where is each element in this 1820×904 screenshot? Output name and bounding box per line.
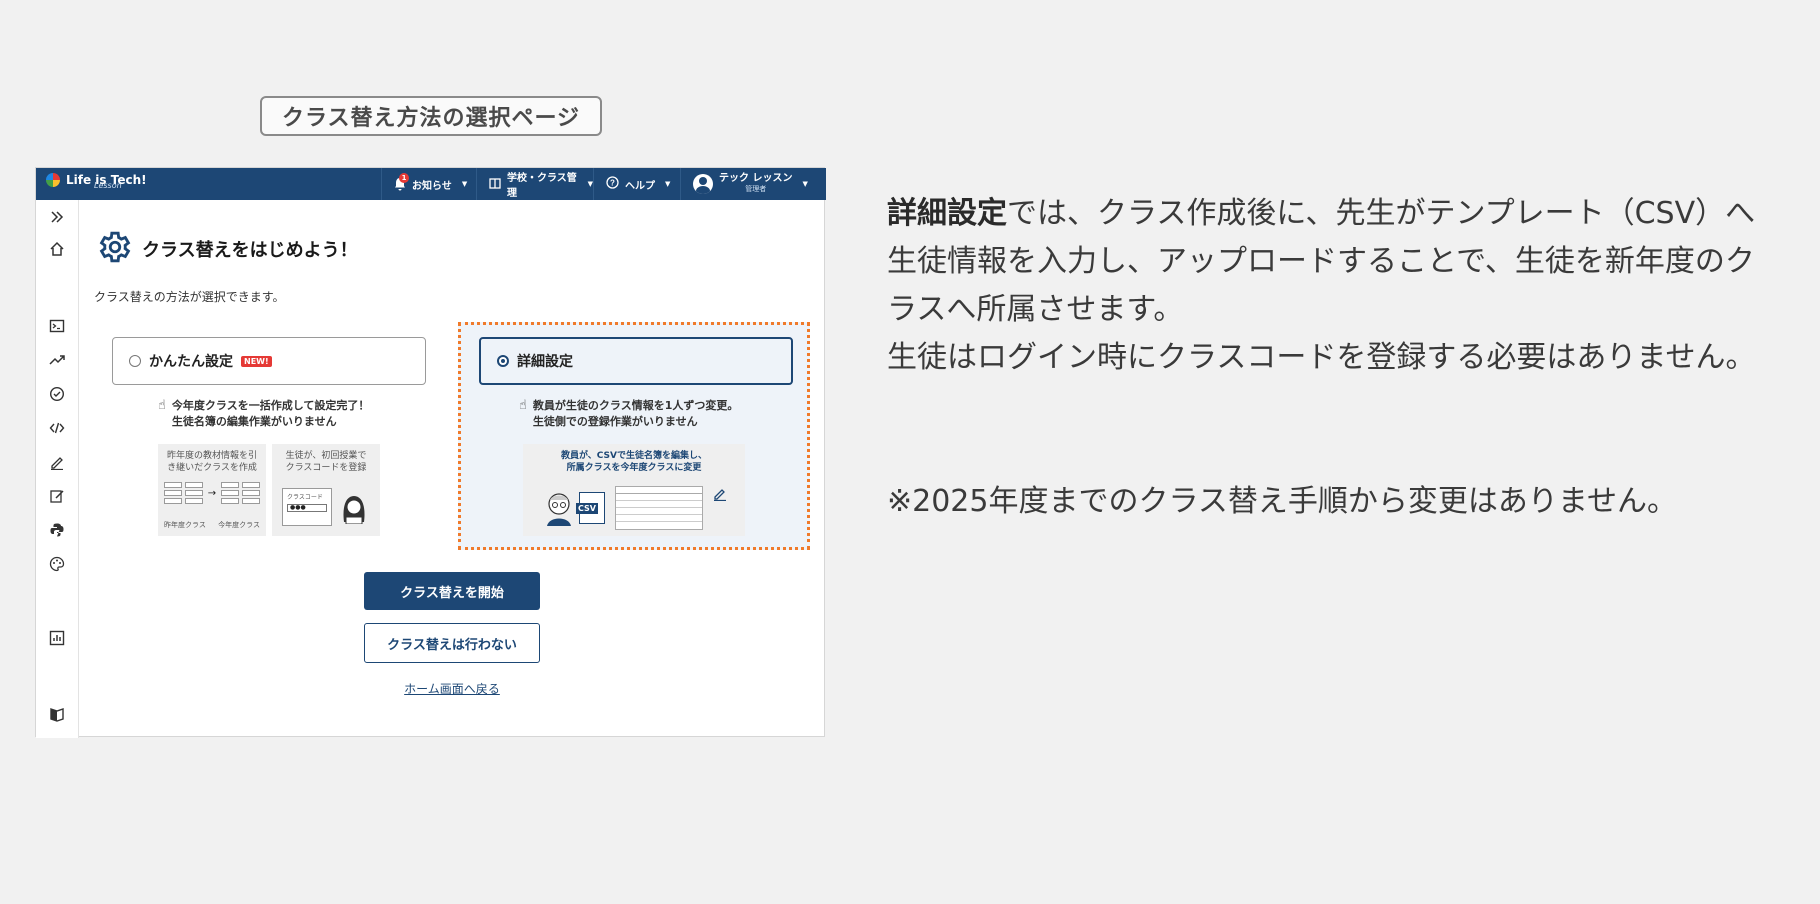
class-code-field-label: クラスコード (287, 494, 323, 501)
bar-chart-icon[interactable] (48, 629, 66, 647)
detail-desc-line1: 教員が生徒のクラス情報を1人ずつ変更。 (532, 399, 739, 412)
chevron-down-icon: ▼ (802, 180, 808, 188)
notifications-label: お知らせ (412, 180, 452, 192)
illustration-csv-edit: 教員が、CSVで生徒名簿を編集し、 所属クラスを今年度クラスに変更 CSV (523, 444, 745, 536)
code-icon[interactable] (48, 419, 66, 437)
logo-mark-icon (46, 173, 60, 187)
detail-setting-option[interactable]: 詳細設定 (479, 337, 793, 385)
start-class-change-button[interactable]: クラス替えを開始 (364, 572, 540, 610)
this-year-class-label: 今年度クラス (218, 521, 260, 529)
explanation-text1: では、クラス作成後に、先生がテンプレート（CSV）へ生徒情報を入力し、アップロー… (887, 196, 1756, 327)
illus1-caption-line1: 昨年度の教材情報を引 (166, 451, 257, 461)
chevron-down-icon: ▼ (665, 180, 671, 188)
school-icon (489, 177, 501, 192)
simple-setting-option[interactable]: かんたん設定 NEW! (112, 337, 426, 385)
terminal-icon[interactable] (48, 317, 66, 335)
simple-desc-line2: 生徒名簿の編集作業がいりません (171, 415, 337, 428)
sidebar (36, 200, 79, 738)
csv-file-label: CSV (576, 503, 598, 514)
detail-option-description: ☝ 教員が生徒のクラス情報を1人ずつ変更。 生徒側での登録作業がいりません (519, 398, 738, 430)
illus2-caption-line1: 生徒が、初回授業で (285, 451, 367, 461)
teacher-avatar-icon (543, 490, 575, 526)
pen-icon[interactable] (48, 453, 66, 471)
illustration-class-code: 生徒が、初回授業で クラスコードを登録 クラスコード ●●● (272, 444, 380, 536)
detail-setting-label: 詳細設定 (517, 354, 573, 370)
bell-icon: 1 (394, 173, 409, 191)
student-avatar-icon (340, 492, 368, 525)
simple-option-description: ☝ 今年度クラスを一括作成して設定完了！ 生徒名簿の編集作業がいりません (158, 398, 369, 430)
top-navigation-bar: Life is Tech! Lesson 1 お知らせ ▼ 学校・クラス管理 ▼… (36, 168, 826, 200)
user-name: テック レッスン (719, 173, 793, 184)
help-label: ヘルプ (625, 180, 655, 192)
page-label: クラス替え方法の選択ページ (260, 96, 602, 136)
user-avatar-icon (693, 174, 713, 194)
chevron-down-icon: ▼ (461, 180, 468, 188)
user-menu[interactable]: テック レッスン 管理者 ▼ (680, 168, 826, 200)
app-window: Life is Tech! Lesson 1 お知らせ ▼ 学校・クラス管理 ▼… (35, 167, 826, 738)
radio-unselected[interactable] (129, 355, 141, 367)
explanation-text2: 生徒はログイン時にクラスコードを登録する必要はありません。 (887, 340, 1756, 375)
school-class-label: 学校・クラス管理 (507, 173, 577, 199)
illustration-copy-class: 昨年度の教材情報を引 き継いだクラスを作成 → 昨年度クラス 今年度クラス (158, 444, 266, 536)
page-heading: クラス替えをはじめよう！ (96, 228, 358, 270)
book-icon[interactable] (48, 705, 66, 723)
illus1-caption-line2: き継いだクラスを作成 (167, 463, 257, 473)
radio-selected[interactable] (497, 355, 509, 367)
arrow-right-icon: → (207, 487, 217, 499)
python-icon[interactable] (48, 521, 66, 539)
notifications-menu[interactable]: 1 お知らせ ▼ (381, 168, 476, 200)
school-class-management-menu[interactable]: 学校・クラス管理 ▼ (476, 168, 593, 200)
page-title: クラス替えをはじめよう！ (142, 240, 358, 261)
last-year-class-label: 昨年度クラス (164, 521, 206, 529)
explanation-bold-term: 詳細設定 (887, 196, 1007, 231)
back-to-home-link[interactable]: ホーム画面へ戻る (364, 680, 540, 697)
explanation-text: 詳細設定では、クラス作成後に、先生がテンプレート（CSV）へ生徒情報を入力し、ア… (887, 190, 1767, 382)
spreadsheet-graphic (615, 486, 703, 530)
explanation-note: ※2025年度までのクラス替え手順から変更はありません。 (887, 484, 1677, 519)
home-icon[interactable] (48, 240, 66, 258)
csv-caption-line1: 教員が、CSVで生徒名簿を編集し、 (560, 451, 708, 461)
pointing-hand-icon: ☝ (519, 398, 527, 413)
detail-desc-line2: 生徒側での登録作業がいりません (532, 415, 698, 428)
svg-text:?: ? (610, 179, 615, 188)
edit-icon[interactable] (48, 487, 66, 505)
user-role: 管理者 (745, 185, 767, 193)
illus2-caption-line2: クラスコードを登録 (285, 463, 367, 473)
simple-desc-line1: 今年度クラスを一括作成して設定完了！ (171, 399, 370, 412)
expand-icon[interactable] (48, 208, 66, 226)
csv-caption-line2: 所属クラスを今年度クラスに変更 (566, 463, 702, 473)
new-badge: NEW! (241, 355, 272, 367)
palette-icon[interactable] (48, 555, 66, 573)
page-subtitle: クラス替えの方法が選択できます。 (94, 290, 285, 304)
logo-subtitle: Lesson (94, 181, 122, 190)
help-icon: ? (606, 176, 619, 192)
pencil-icon (713, 486, 727, 505)
skip-class-change-button[interactable]: クラス替えは行わない (364, 623, 540, 663)
notification-count-badge: 1 (399, 173, 409, 183)
simple-setting-label: かんたん設定 (149, 354, 233, 370)
pointing-hand-icon: ☝ (158, 398, 166, 413)
help-menu[interactable]: ? ヘルプ ▼ (593, 168, 680, 200)
trending-up-icon[interactable] (48, 351, 66, 369)
check-circle-icon[interactable] (48, 385, 66, 403)
gear-icon (96, 228, 134, 270)
csv-file-icon: CSV (576, 492, 605, 524)
